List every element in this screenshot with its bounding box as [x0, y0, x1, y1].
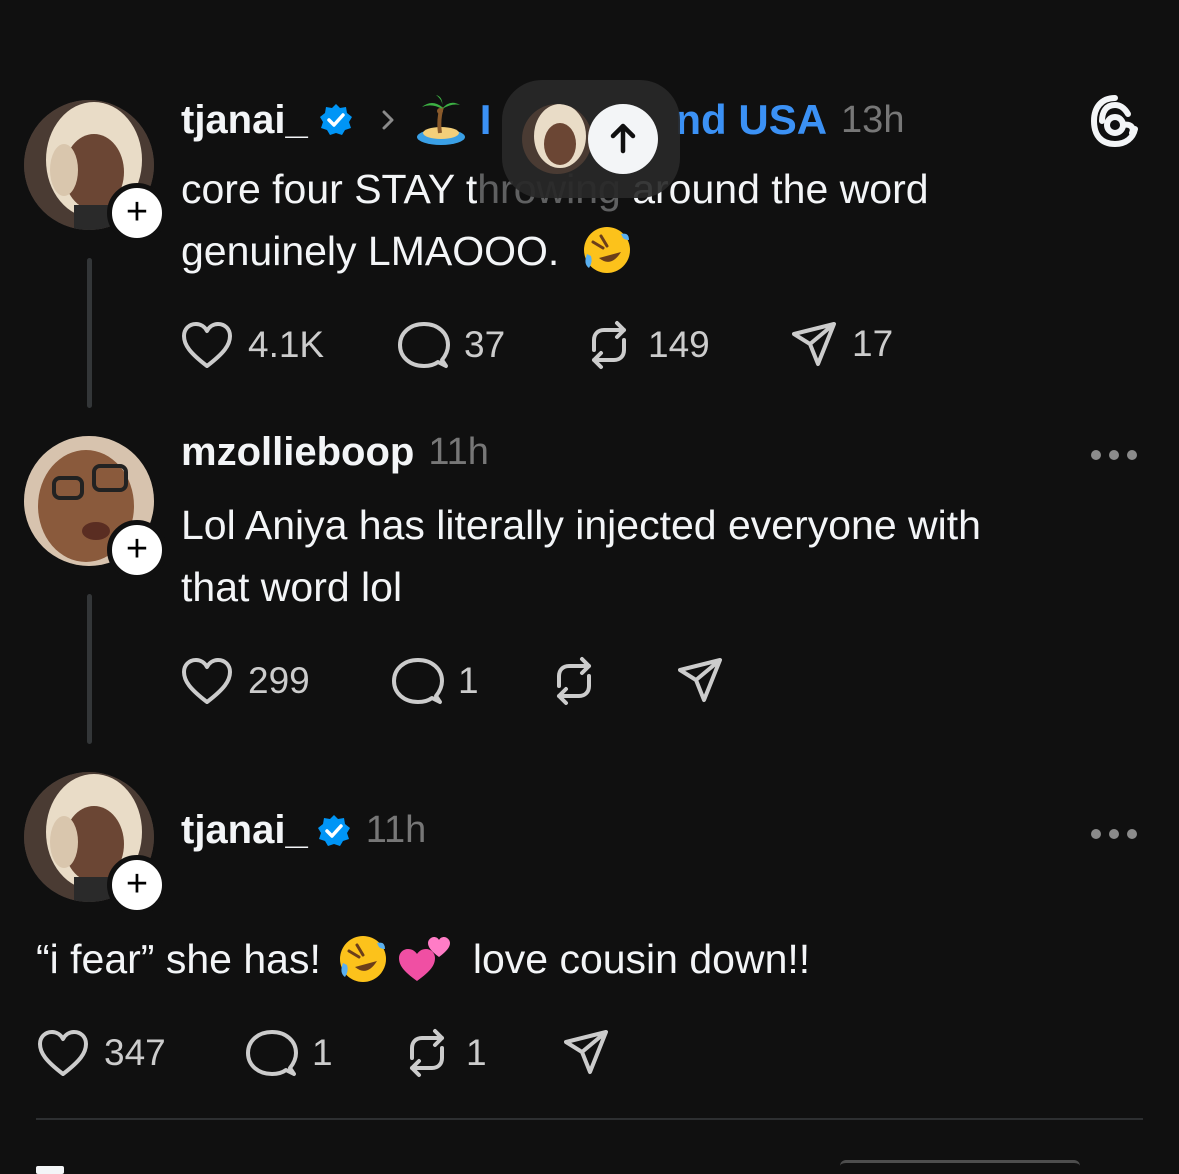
- repost-icon: [557, 657, 591, 705]
- rofl-emoji: [583, 227, 630, 274]
- post-header: mzollieboop 11h: [181, 430, 489, 475]
- follow-plus-icon[interactable]: +: [107, 520, 167, 580]
- share-icon: [564, 1030, 608, 1074]
- reply-count: 1: [458, 660, 479, 701]
- repost-button[interactable]: 149: [584, 320, 710, 370]
- text-segment: core four STAY t: [181, 166, 478, 212]
- repost-icon: [410, 1029, 444, 1077]
- reply-button[interactable]: 1: [246, 1028, 333, 1078]
- bottom-partial-text: [840, 1160, 1080, 1174]
- scroll-up-icon[interactable]: [588, 104, 658, 174]
- repost-icon: [592, 321, 626, 369]
- like-button[interactable]: 299: [180, 656, 310, 706]
- two-hearts-emoji: [398, 937, 450, 981]
- follow-plus-icon[interactable]: +: [107, 855, 167, 915]
- follow-plus-icon[interactable]: +: [107, 183, 167, 243]
- like-button[interactable]: 347: [36, 1028, 166, 1078]
- scroll-up-pill[interactable]: [502, 80, 680, 198]
- reply-icon: [246, 1030, 298, 1076]
- repost-count: 149: [648, 324, 710, 365]
- thread-line: [87, 594, 92, 744]
- heart-icon: [38, 1030, 88, 1076]
- more-icon[interactable]: [1091, 829, 1137, 839]
- share-button[interactable]: 17: [790, 320, 893, 368]
- text-segment: “i fear” she has!: [36, 936, 321, 982]
- post-text-line-1: Lol Aniya has literally injected everyon…: [181, 502, 981, 548]
- heart-icon: [182, 322, 232, 368]
- verified-badge-icon: [319, 104, 352, 135]
- like-button[interactable]: 4.1K: [180, 320, 324, 370]
- share-icon: [678, 658, 722, 702]
- post-time: 13h: [841, 98, 905, 141]
- text-segment: genuinely LMAOOO.: [181, 228, 560, 274]
- post-time: 11h: [365, 809, 427, 851]
- reply-count: 37: [464, 324, 506, 365]
- like-count: 4.1K: [248, 324, 325, 365]
- rofl-emoji: [339, 936, 386, 982]
- share-count: 17: [852, 323, 894, 364]
- threads-logo-icon[interactable]: [1088, 94, 1142, 148]
- repost-button[interactable]: [549, 656, 599, 706]
- chevron-right-icon: [382, 110, 394, 130]
- reply-icon: [392, 658, 444, 704]
- verified-badge-icon: [317, 814, 350, 846]
- divider: [36, 1118, 1143, 1120]
- username[interactable]: mzollieboop: [181, 430, 414, 475]
- community-name-end: nd USA: [675, 96, 828, 143]
- like-count: 299: [248, 660, 310, 701]
- post-time: 11h: [428, 431, 489, 473]
- post-text-line-2: genuinely LMAOOO.: [181, 220, 929, 282]
- avatar: [522, 104, 592, 174]
- island-emoji: [416, 95, 465, 145]
- reply-button[interactable]: 37: [398, 320, 505, 370]
- heart-icon: [182, 658, 232, 704]
- text-segment: love cousin down!!: [472, 936, 811, 982]
- post-text-line-2: that word lol: [181, 564, 403, 610]
- reply-count: 1: [312, 1032, 333, 1073]
- community-name-start: I: [479, 96, 492, 143]
- share-button[interactable]: [676, 656, 724, 704]
- bottom-partial-icon: [36, 1166, 64, 1174]
- thread-line: [87, 258, 92, 408]
- more-icon[interactable]: [1091, 450, 1137, 460]
- username[interactable]: tjanai_: [181, 98, 308, 143]
- share-button[interactable]: [562, 1028, 610, 1076]
- share-icon: [792, 322, 836, 366]
- like-count: 347: [104, 1032, 166, 1073]
- post-text: “i fear” she has! love cousin down!!: [36, 928, 810, 990]
- repost-button[interactable]: 1: [402, 1028, 487, 1078]
- post-header: tjanai_ 11h: [181, 808, 426, 853]
- reply-icon: [398, 322, 450, 368]
- username[interactable]: tjanai_: [181, 808, 308, 853]
- reply-button[interactable]: 1: [392, 656, 479, 706]
- post-text: Lol Aniya has literally injected everyon…: [181, 494, 981, 618]
- repost-count: 1: [466, 1032, 487, 1073]
